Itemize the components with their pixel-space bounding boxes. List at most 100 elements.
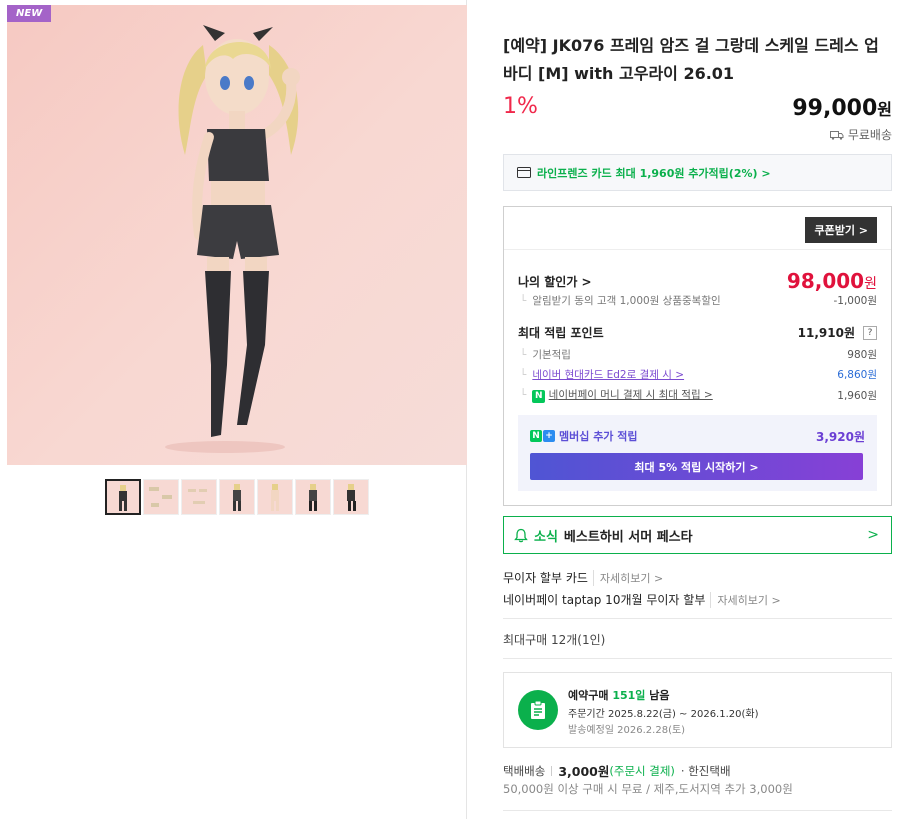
thumbnail-item[interactable] [105,479,141,515]
benefit-box: 쿠폰받기 > 나의 할인가 > 98,000원 └ 알림받기 동의 고객 1,00… [503,206,892,506]
thumbnail-item[interactable] [181,479,217,515]
membership-label: N + 멤버십 추가 적립 [530,428,638,444]
delivery-carrier: · 한진택배 [680,763,731,778]
hyundai-card-row: └ 네이버 현대카드 Ed2로 결제 시 > 6,860원 [518,367,877,382]
npay-link[interactable]: 네이버페이 머니 결제 시 최대 적립 > [549,389,713,401]
preorder-days: 151일 [612,689,646,702]
thumbnail-figure-icon [271,484,279,511]
my-price-unit: 원 [864,276,877,292]
membership-box: N + 멤버십 추가 적립 3,920원 최대 5% 적립 시작하기 > [518,415,877,491]
product-gallery: NEW [0,0,467,819]
price-unit: 원 [877,100,892,119]
thumbnail-item[interactable] [333,479,369,515]
tree-line-icon: └ [520,369,527,381]
my-price-value: 98,000 [786,269,865,293]
clipboard-icon [518,690,558,730]
truck-icon [829,130,844,140]
max-purchase: 최대구매 12개(1인) [503,633,606,647]
naver-pay-icon: N [532,390,546,403]
thumbnail-figure-icon [119,485,127,511]
alarm-discount-value: -1,000원 [833,295,877,307]
help-icon[interactable]: ? [863,325,877,340]
product-title: [예약] JK076 프레임 암즈 걸 그랑데 스케일 드레스 업 바디 [M]… [503,36,879,83]
section-divider [503,618,892,619]
bell-icon [514,528,528,542]
news-text: 베스트하비 서머 페스타 [563,529,693,545]
max-point-label: 최대 적립 포인트 [518,326,604,340]
thumbnail-item[interactable] [295,479,331,515]
membership-start-button[interactable]: 최대 5% 적립 시작하기 > [530,453,863,480]
section-divider [503,810,892,811]
tree-line-icon: └ [520,295,527,307]
npay-value: 1,960원 [837,389,877,402]
installment-more-link[interactable]: 자세히보기 > [592,569,663,586]
delivery-info: 택배배송 3,000원 (주문시 결제) · 한진택배 [503,761,731,780]
max-point-row: 최대 적립 포인트 11,910원? [518,324,877,341]
credit-card-icon [517,167,531,178]
free-shipping: 무료배송 [829,126,892,143]
news-banner[interactable]: 소식 베스트하비 서머 페스타 > [503,516,892,554]
thumbnail-item[interactable] [257,479,293,515]
installment-row: 네이버페이 taptap 10개월 무이자 할부 자세히보기 > [503,591,781,608]
thumbnail-strip [105,479,369,515]
installment-more-link[interactable]: 자세히보기 > [710,591,781,608]
tree-line-icon: └ [520,389,527,401]
discount-rate: 1% [503,94,538,119]
my-price: 98,000원 [787,269,877,293]
delivery-fee: 3,000원 [558,764,610,779]
installment-row: 무이자 할부 카드 자세히보기 > [503,569,663,586]
membership-label-text: 멤버십 추가 적립 [559,430,638,443]
alarm-discount-row: └ 알림받기 동의 고객 1,000원 상품중복할인 -1,000원 [518,293,877,308]
thumbnail-figure-icon [309,484,317,511]
installment-label: 네이버페이 taptap 10개월 무이자 할부 [503,593,706,607]
my-price-row: 나의 할인가 > 98,000원 [518,269,877,293]
card-promo-banner[interactable]: 라인프렌즈 카드 최대 1,960원 추가적립(2%) > [503,154,892,191]
base-point-row: └ 기본적립 980원 [518,347,877,362]
section-divider [503,658,892,659]
chevron-right-icon: > [867,527,879,543]
preorder-box: 예약구매 151일 남음 주문기간 2025.8.22(금) ~ 2026.1.… [503,672,892,748]
base-point-value: 980원 [847,349,877,361]
delivery-condition: 50,000원 이상 구매 시 무료 / 제주,도서지역 추가 3,000원 [503,782,793,796]
max-point-value-wrap: 11,910원? [798,324,877,341]
price-value: 99,000 [792,96,878,121]
hyundai-card-value: 6,860원 [837,369,877,381]
tree-line-icon: └ [520,349,527,361]
benefit-divider [504,249,891,250]
base-point-label: 기본적립 [532,349,571,361]
preorder-title: 예약구매 151일 남음 [568,687,670,703]
preorder-ship-date: 발송예정일 2026.2.28(토) [568,725,686,736]
product-price: 99,000원 [792,96,892,121]
base-point: └ 기본적립 [518,347,571,362]
new-badge: NEW [7,5,52,22]
delivery-fee-note: (주문시 결제) [609,763,675,778]
npay-row: └ N 네이버페이 머니 결제 시 최대 적립 > 1,960원 [518,387,877,403]
installment-label: 무이자 할부 카드 [503,571,588,585]
card-promo-text: 라인프렌즈 카드 최대 1,960원 추가적립(2%) > [537,166,771,180]
preorder-prefix: 예약구매 [568,689,609,702]
my-price-label[interactable]: 나의 할인가 > [518,273,592,290]
product-main-image[interactable]: NEW [7,5,467,465]
alarm-discount: └ 알림받기 동의 고객 1,000원 상품중복할인 [518,293,721,308]
hyundai-card: └ 네이버 현대카드 Ed2로 결제 시 > [518,367,684,382]
alarm-discount-label: 알림받기 동의 고객 1,000원 상품중복할인 [532,295,721,307]
naver-plus-icon: N + [530,430,555,442]
news-tag: 소식 [534,529,558,545]
figure-illustration [165,25,300,453]
npay: └ N 네이버페이 머니 결제 시 최대 적립 > [518,387,713,403]
thumbnail-figure-icon [347,484,356,511]
hyundai-card-link[interactable]: 네이버 현대카드 Ed2로 결제 시 > [532,369,684,381]
coupon-button[interactable]: 쿠폰받기 > [805,217,877,243]
preorder-suffix: 남음 [649,689,670,702]
thumbnail-figure-icon [233,484,241,511]
thumbnail-parts-icon [149,487,172,507]
thumbnail-item[interactable] [143,479,179,515]
separator [551,765,553,776]
free-shipping-label: 무료배송 [847,128,892,142]
membership-value: 3,920원 [816,430,865,444]
max-point-value: 11,910원 [797,326,855,340]
delivery-type: 택배배송 [503,763,546,778]
preorder-period: 주문기간 2025.8.22(금) ~ 2026.1.20(화) [568,709,759,720]
thumbnail-parts-icon [188,489,207,504]
thumbnail-item[interactable] [219,479,255,515]
